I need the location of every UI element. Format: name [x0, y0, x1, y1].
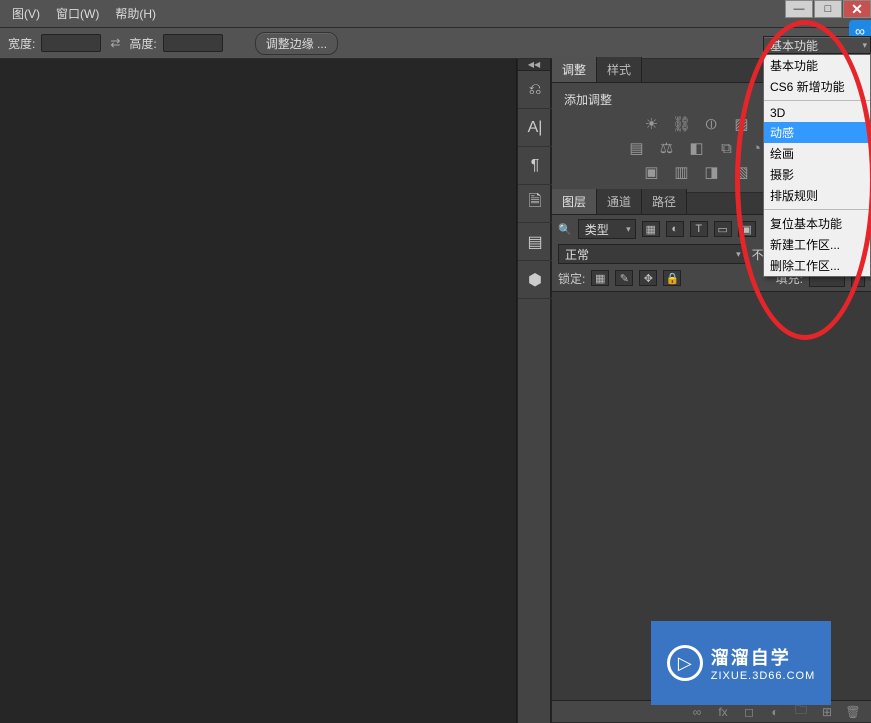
invert-icon[interactable]: ▣: [642, 162, 662, 182]
brightness-contrast-icon[interactable]: ☀: [642, 114, 662, 134]
tab-adjustments[interactable]: 调整: [552, 57, 597, 82]
ws-item-motion[interactable]: 动感: [764, 122, 870, 143]
ws-item-delete[interactable]: 删除工作区...: [764, 255, 870, 276]
height-input[interactable]: [163, 34, 223, 52]
collapse-toggle-icon[interactable]: ◀◀: [518, 59, 550, 71]
close-button[interactable]: ✕: [843, 0, 871, 18]
filter-type-search-icon[interactable]: 🔍: [558, 223, 572, 236]
menu-view[interactable]: 图(V): [4, 1, 48, 26]
menu-help[interactable]: 帮助(H): [107, 1, 164, 26]
ws-item-basic[interactable]: 基本功能: [764, 55, 870, 76]
posterize-icon[interactable]: ▥: [672, 162, 692, 182]
filter-type-dropdown[interactable]: 类型: [578, 219, 636, 239]
lock-transparency-icon[interactable]: ▦: [591, 270, 609, 286]
lock-all-icon[interactable]: 🔒: [663, 270, 681, 286]
levels-icon[interactable]: ⛓: [672, 114, 692, 134]
watermark: ▷ 溜溜自学 ZIXUE.3D66.COM: [651, 621, 831, 705]
curves-icon[interactable]: ⦶: [702, 114, 722, 134]
paragraph-panel-icon[interactable]: ¶: [518, 147, 552, 185]
tab-styles[interactable]: 样式: [597, 57, 642, 82]
workspace-switcher[interactable]: 基本功能: [763, 36, 871, 54]
watermark-title: 溜溜自学: [711, 644, 815, 670]
3d-panel-icon[interactable]: ⬢: [518, 261, 552, 299]
ws-item-new[interactable]: 新建工作区...: [764, 234, 870, 255]
threshold-icon[interactable]: ◨: [702, 162, 722, 182]
menu-separator: [764, 209, 870, 210]
tab-layers[interactable]: 图层: [552, 189, 597, 214]
minimize-button[interactable]: —: [785, 0, 813, 18]
watermark-subtitle: ZIXUE.3D66.COM: [711, 670, 815, 682]
ws-item-painting[interactable]: 绘画: [764, 143, 870, 164]
menu-window[interactable]: 窗口(W): [48, 1, 107, 26]
menu-separator: [764, 100, 870, 101]
fx-icon[interactable]: fx: [715, 704, 731, 720]
group-icon[interactable]: 🗀: [793, 704, 809, 720]
width-input[interactable]: [41, 34, 101, 52]
watermark-logo-icon: ▷: [667, 645, 703, 681]
filter-shape-icon[interactable]: ▭: [714, 221, 732, 237]
color-balance-icon[interactable]: ⚖: [657, 138, 677, 158]
blend-mode-dropdown[interactable]: 正常: [558, 244, 746, 264]
lock-position-icon[interactable]: ✥: [639, 270, 657, 286]
workspace-menu: 基本功能 CS6 新增功能 3D 动感 绘画 摄影 排版规则 复位基本功能 新建…: [763, 54, 871, 277]
swap-dimensions-icon[interactable]: ⇄: [107, 35, 123, 51]
ws-item-cs6new[interactable]: CS6 新增功能: [764, 76, 870, 97]
gradient-map-icon[interactable]: ▧: [732, 162, 752, 182]
link-layers-icon[interactable]: ∞: [689, 704, 705, 720]
filter-pixel-icon[interactable]: ▦: [642, 221, 660, 237]
photo-filter-icon[interactable]: ⧉: [717, 138, 737, 158]
actions-panel-icon[interactable]: ▤: [518, 223, 552, 261]
exposure-icon[interactable]: ▨: [732, 114, 752, 134]
tab-channels[interactable]: 通道: [597, 189, 642, 214]
adjustment-layer-icon[interactable]: ◐: [767, 704, 783, 720]
hue-sat-icon[interactable]: ▤: [627, 138, 647, 158]
mask-icon[interactable]: ◻: [741, 704, 757, 720]
lock-pixels-icon[interactable]: ✎: [615, 270, 633, 286]
width-label: 宽度:: [8, 35, 35, 52]
refine-edge-button[interactable]: 调整边缘 ...: [255, 32, 338, 55]
ws-item-photography[interactable]: 摄影: [764, 164, 870, 185]
ws-item-3d[interactable]: 3D: [764, 104, 870, 122]
tab-paths[interactable]: 路径: [642, 189, 687, 214]
history-panel-icon[interactable]: ⎌: [518, 71, 552, 109]
maximize-button[interactable]: □: [814, 0, 842, 18]
filter-adjust-icon[interactable]: ◐: [666, 221, 684, 237]
height-label: 高度:: [129, 35, 156, 52]
lock-label: 锁定:: [558, 270, 585, 287]
filter-smart-icon[interactable]: ▣: [738, 221, 756, 237]
filter-text-icon[interactable]: T: [690, 221, 708, 237]
notes-panel-icon[interactable]: 🗎: [518, 185, 552, 223]
options-bar: 宽度: ⇄ 高度: 调整边缘 ...: [0, 27, 871, 59]
ws-item-typography[interactable]: 排版规则: [764, 185, 870, 206]
collapsed-panel-strip: ◀◀ ⎌ A| ¶ 🗎 ▤ ⬢: [517, 59, 551, 723]
menu-bar: 图(V) 窗口(W) 帮助(H) — □ ✕: [0, 0, 871, 27]
window-controls: — □ ✕: [784, 0, 871, 18]
new-layer-icon[interactable]: ⊞: [819, 704, 835, 720]
black-white-icon[interactable]: ◧: [687, 138, 707, 158]
canvas-area[interactable]: [0, 59, 517, 723]
ws-item-reset[interactable]: 复位基本功能: [764, 213, 870, 234]
character-panel-icon[interactable]: A|: [518, 109, 552, 147]
delete-layer-icon[interactable]: 🗑: [845, 704, 861, 720]
